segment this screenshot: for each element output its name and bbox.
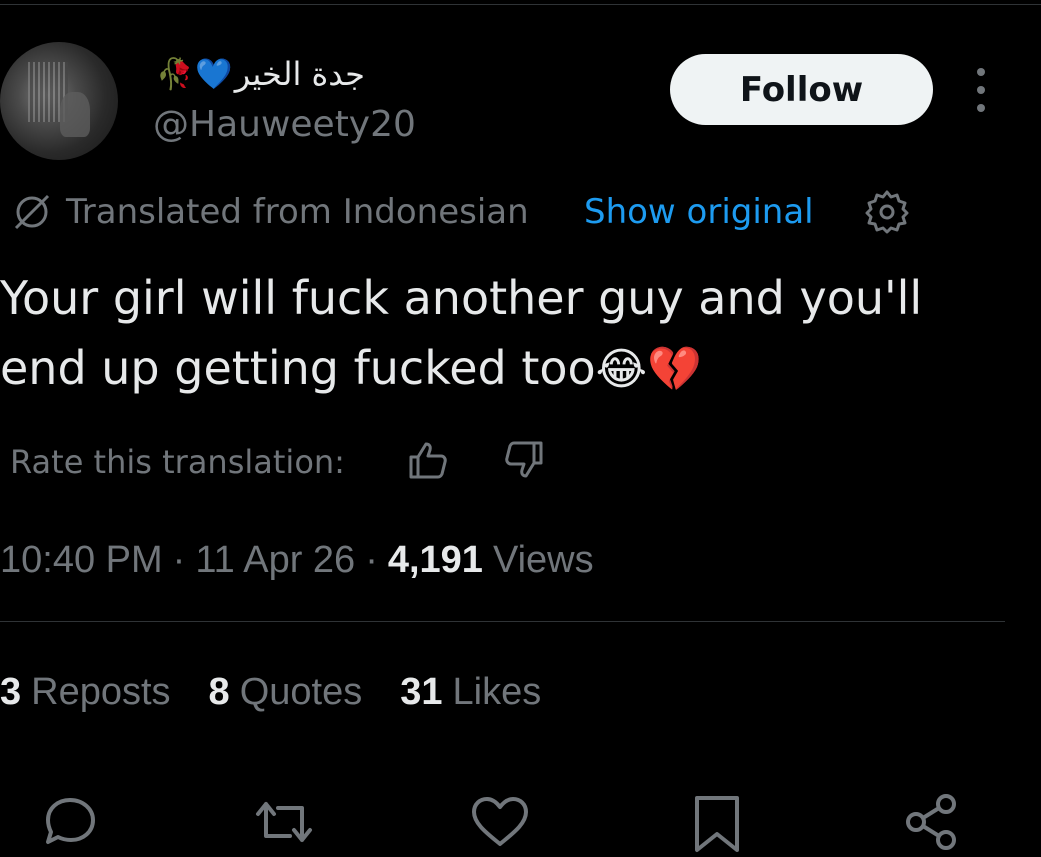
tweet-line-2-text: end up getting fucked too <box>0 341 596 395</box>
avatar[interactable] <box>0 42 118 160</box>
likes-label: Likes <box>452 670 542 713</box>
tweet-text: Your girl will fuck another guy and you'… <box>0 263 1000 405</box>
show-original-link[interactable]: Show original <box>584 188 814 236</box>
engagement-stats: 3 Reposts 8 Quotes 31 Likes <box>0 664 579 720</box>
tweet-meta: 10:40 PM · 11 Apr 26 · 4,191 Views <box>0 532 594 588</box>
quotes-stat[interactable]: 8 Quotes <box>209 671 363 714</box>
reposts-stat[interactable]: 3 Reposts <box>0 671 171 714</box>
avatar-figure <box>60 92 90 137</box>
bookmark-icon[interactable] <box>685 790 749 854</box>
repost-icon[interactable] <box>252 790 316 854</box>
top-divider <box>0 4 1041 5</box>
blue-heart-emoji: 💙 <box>195 56 233 92</box>
views-count: 4,191 <box>387 538 483 581</box>
quotes-count: 8 <box>208 670 230 713</box>
wilted-rose-emoji: 🥀 <box>156 56 194 92</box>
tweet-time[interactable]: 10:40 PM <box>0 539 163 582</box>
rate-translation: Rate this translation: <box>10 436 345 488</box>
like-icon[interactable] <box>468 790 532 854</box>
reposts-label: Reposts <box>31 670 171 713</box>
share-icon[interactable] <box>900 790 964 854</box>
tweet-date[interactable]: 11 Apr 26 <box>195 539 355 582</box>
translate-icon <box>14 194 50 230</box>
translation-label: Translated from Indonesian <box>66 192 529 232</box>
likes-stat[interactable]: 31 Likes <box>400 671 541 714</box>
tweet-line-2: end up getting fucked too😂💔 <box>0 333 1000 405</box>
meta-separator: · <box>365 538 378 581</box>
user-handle[interactable]: @Hauweety20 <box>153 104 416 145</box>
translation-notice: Translated from Indonesian <box>10 188 529 236</box>
action-bar <box>0 790 1041 857</box>
meta-separator: · <box>172 538 186 581</box>
quotes-label: Quotes <box>239 670 363 713</box>
thumbs-up-icon[interactable] <box>406 438 450 482</box>
meta-divider <box>0 621 1005 622</box>
more-options-icon[interactable] <box>966 68 996 112</box>
follow-button[interactable]: Follow <box>670 54 933 125</box>
display-name-row[interactable]: 🥀 💙 جدة الخير <box>156 48 365 100</box>
thumbs-down-icon[interactable] <box>502 438 546 482</box>
gear-icon[interactable] <box>864 188 910 234</box>
rate-translation-label: Rate this translation: <box>10 443 345 481</box>
reposts-count: 3 <box>0 670 22 713</box>
views-label: Views <box>492 538 594 581</box>
reply-icon[interactable] <box>38 790 102 854</box>
likes-count: 31 <box>400 670 443 713</box>
tweet-line-1: Your girl will fuck another guy and you'… <box>0 271 923 325</box>
tweet-emojis: 😂💔 <box>595 344 702 395</box>
display-name: جدة الخير <box>234 55 365 93</box>
